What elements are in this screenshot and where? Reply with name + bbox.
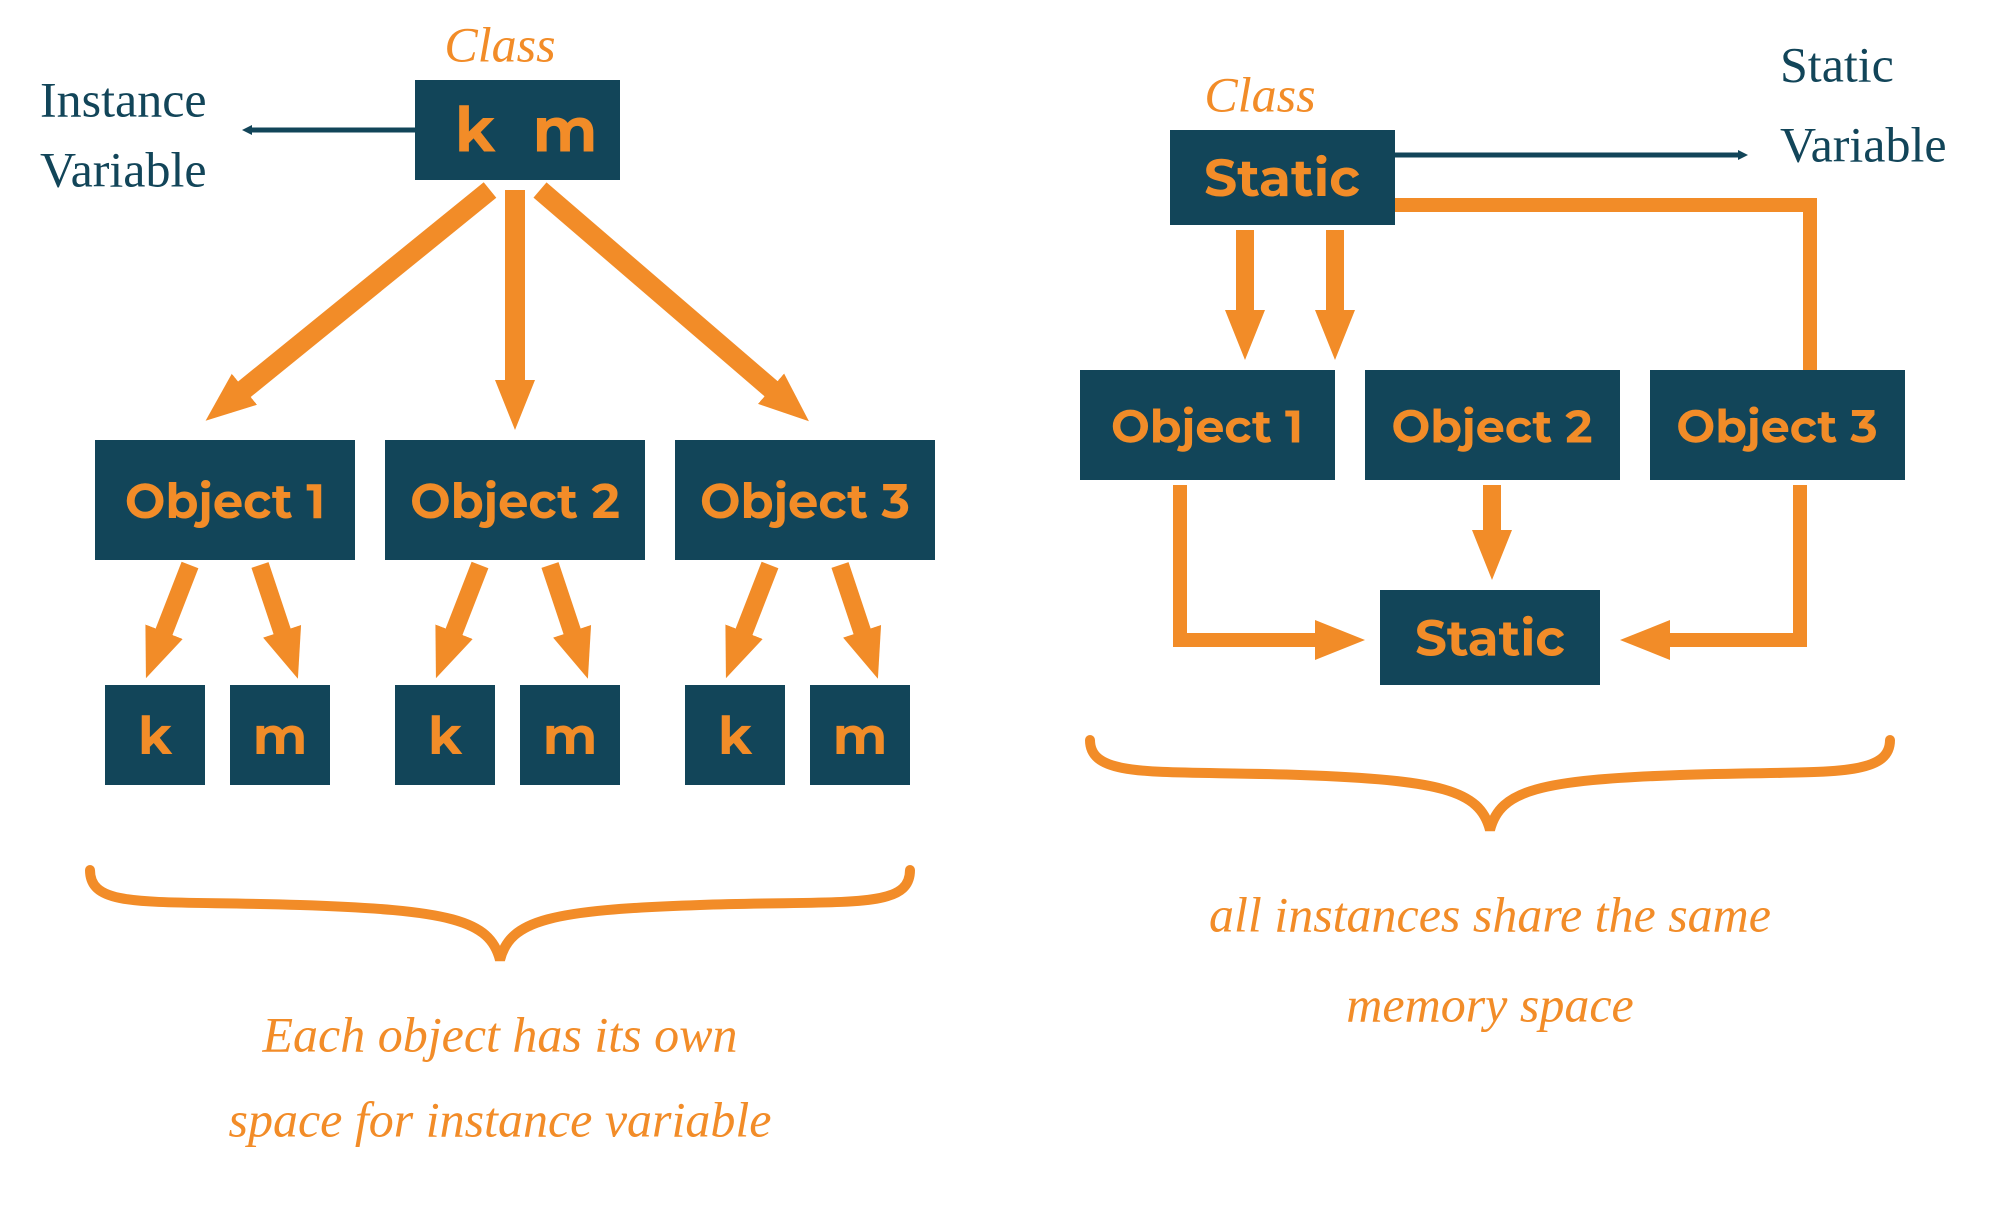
right-object1-label: Object 1	[1111, 397, 1303, 454]
right-brace	[1090, 740, 1890, 830]
right-top-label-line1: Static	[1780, 36, 1894, 92]
arrow-r-class-obj3	[1395, 205, 1810, 370]
left-heading: Class	[444, 16, 555, 72]
left-obj-var-arrows	[155, 565, 870, 655]
right-object2-label: Object 2	[1391, 397, 1592, 454]
right-caption-line1: all instances share the same	[1209, 886, 1771, 942]
arrow-r-obj3-shared	[1645, 485, 1800, 640]
left-object3-label: Object 3	[700, 473, 910, 531]
right-object3-label: Object 3	[1676, 397, 1877, 454]
left-var-k-2: k	[428, 705, 463, 768]
left-object2-label: Object 2	[410, 473, 620, 531]
left-top-label-line1: Instance	[40, 71, 207, 127]
left-caption-line2: space for instance variable	[229, 1091, 772, 1147]
right-caption-line2: memory space	[1346, 976, 1633, 1032]
left-var-m-1: m	[253, 705, 308, 768]
arrow-r-obj1-shared	[1180, 485, 1340, 640]
left-var-m-3: m	[833, 705, 888, 768]
right-shared-label: Static	[1415, 607, 1565, 668]
left-var-k-3: k	[718, 705, 753, 768]
arrow-class-to-obj3	[540, 190, 790, 405]
arrow-class-to-obj1	[225, 190, 490, 405]
left-diagram: Class Instance Variable k m Object 1 Obj…	[40, 16, 935, 1147]
right-class-label: Static	[1204, 147, 1360, 210]
right-diagram: Class Static Variable Static Object 1 Ob…	[1080, 36, 1947, 1032]
left-caption-line1: Each object has its own	[262, 1006, 738, 1062]
left-class-var1: k	[455, 92, 497, 168]
left-brace	[90, 870, 910, 960]
left-var-boxes	[105, 685, 910, 785]
left-object1-label: Object 1	[125, 473, 325, 531]
left-var-k-1: k	[138, 705, 173, 768]
left-class-var2: m	[532, 92, 597, 168]
right-heading: Class	[1204, 66, 1315, 122]
right-top-label-line2: Variable	[1780, 116, 1947, 172]
left-top-label-line2: Variable	[40, 141, 207, 197]
left-var-m-2: m	[543, 705, 598, 768]
